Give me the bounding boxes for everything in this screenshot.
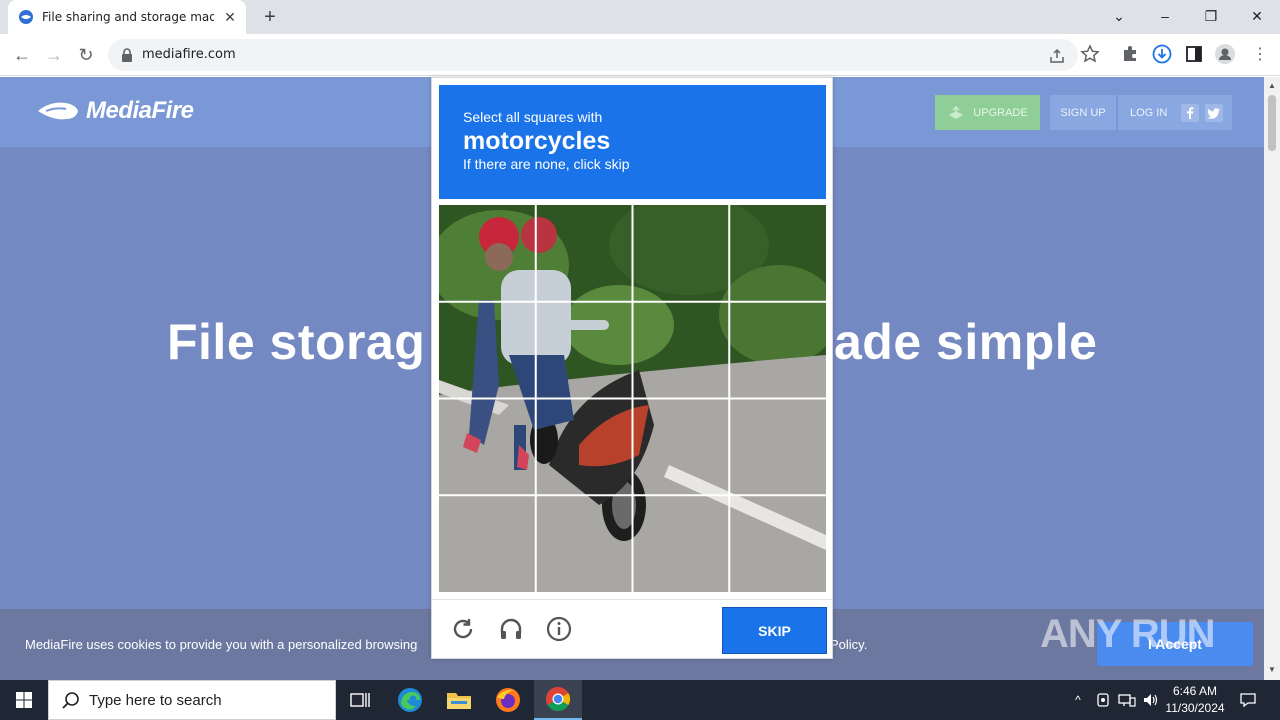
scroll-up-arrow-icon[interactable]: ▲ (1268, 81, 1276, 90)
clock-time: 6:46 AM (1172, 684, 1218, 698)
page-scrollbar[interactable]: ▲ ▼ (1264, 77, 1280, 680)
volume-icon[interactable] (1140, 680, 1162, 720)
kebab-menu-icon[interactable]: ⋮ (1248, 43, 1272, 67)
close-tab-icon[interactable]: ✕ (222, 9, 238, 25)
signup-label: SIGN UP (1060, 106, 1106, 119)
forward-arrow-icon[interactable]: → (42, 43, 66, 67)
captcha-tile[interactable] (439, 302, 536, 399)
scroll-thumb[interactable] (1268, 95, 1276, 151)
url-text: mediafire.com (142, 47, 236, 62)
captcha-tile[interactable] (729, 302, 826, 399)
tab-strip: File sharing and storage made si ✕ + ⌄ –… (0, 0, 1280, 34)
profile-avatar-icon[interactable] (1215, 44, 1235, 64)
twitter-icon[interactable] (1205, 103, 1224, 122)
captcha-tile[interactable] (536, 399, 633, 496)
captcha-image-grid (439, 205, 826, 592)
captcha-footer: SKIP (432, 599, 832, 659)
login-button[interactable]: LOG IN (1118, 95, 1232, 130)
file-explorer-icon[interactable] (435, 680, 483, 720)
side-panel-icon[interactable] (1184, 44, 1204, 64)
show-hidden-icons-chevron-up-icon[interactable]: ^ (1068, 680, 1088, 720)
captcha-tile[interactable] (439, 205, 536, 302)
skip-button[interactable]: SKIP (722, 607, 827, 654)
bookmark-star-icon[interactable] (1080, 44, 1100, 64)
captcha-tile[interactable] (633, 399, 730, 496)
extensions-puzzle-icon[interactable] (1120, 44, 1140, 64)
download-icon[interactable] (1152, 44, 1172, 64)
minimize-icon[interactable]: – (1151, 4, 1179, 28)
lock-icon (122, 48, 132, 62)
reload-challenge-icon[interactable] (450, 616, 476, 642)
facebook-icon[interactable] (1181, 103, 1200, 122)
tab-search-chevron-down-icon[interactable]: ⌄ (1105, 4, 1133, 28)
captcha-target: motorcycles (463, 127, 611, 155)
captcha-dialog: Select all squares with motorcycles If t… (431, 77, 833, 659)
captcha-header: Select all squares with motorcycles If t… (439, 85, 826, 199)
task-view-icon[interactable] (336, 680, 384, 720)
system-clock[interactable]: 6:46 AM 11/30/2024 (1160, 683, 1230, 717)
mediafire-flame-icon (38, 102, 78, 120)
captcha-tile[interactable] (729, 495, 826, 592)
captcha-tile[interactable] (536, 302, 633, 399)
upgrade-button[interactable]: UPGRADE (935, 95, 1040, 130)
mediafire-favicon-icon (19, 10, 33, 24)
login-label: LOG IN (1130, 106, 1168, 119)
captcha-tile[interactable] (729, 399, 826, 496)
search-icon (62, 692, 79, 709)
info-icon[interactable] (546, 616, 572, 642)
chrome-icon[interactable] (534, 680, 582, 720)
skip-label: SKIP (758, 622, 791, 639)
hero-text-left: File storag (167, 314, 426, 370)
new-tab-button[interactable]: + (258, 5, 282, 29)
upgrade-icon (949, 105, 964, 119)
signup-button[interactable]: SIGN UP (1050, 95, 1116, 130)
captcha-tile[interactable] (729, 205, 826, 302)
scroll-down-arrow-icon[interactable]: ▼ (1268, 665, 1276, 674)
restore-icon[interactable]: ❐ (1197, 4, 1225, 28)
address-bar[interactable]: mediafire.com (108, 39, 1078, 71)
network-icon[interactable] (1116, 680, 1138, 720)
reload-icon[interactable]: ↻ (74, 43, 98, 67)
edge-browser-icon[interactable] (386, 680, 434, 720)
windows-taskbar: Type here to search ^ 6:46 AM 11/30/2024 (0, 680, 1280, 720)
anyrun-watermark: ANY RUN (1040, 612, 1216, 656)
tab-title: File sharing and storage made si (42, 10, 214, 24)
browser-tab[interactable]: File sharing and storage made si ✕ (8, 0, 246, 34)
captcha-tile[interactable] (439, 495, 536, 592)
taskbar-search-box[interactable]: Type here to search (48, 680, 336, 720)
cookie-policy-link[interactable]: Policy. (830, 637, 867, 652)
search-placeholder: Type here to search (89, 692, 222, 709)
start-button[interactable] (0, 680, 48, 720)
windows-logo-icon (16, 692, 32, 708)
captcha-hint: If there are none, click skip (463, 156, 630, 172)
site-logo[interactable]: MediaFire (36, 97, 194, 125)
captcha-tile[interactable] (633, 302, 730, 399)
tray-security-icon[interactable] (1092, 680, 1114, 720)
captcha-tile[interactable] (536, 205, 633, 302)
captcha-tile[interactable] (536, 495, 633, 592)
upgrade-label: UPGRADE (973, 106, 1028, 119)
clock-date: 11/30/2024 (1165, 701, 1225, 715)
notifications-icon[interactable] (1234, 680, 1262, 720)
captcha-tile[interactable] (439, 399, 536, 496)
captcha-instruction: Select all squares with (463, 109, 603, 125)
logo-text: MediaFire (86, 97, 194, 124)
captcha-tile[interactable] (633, 205, 730, 302)
share-icon[interactable] (1048, 47, 1066, 65)
back-arrow-icon[interactable]: ← (10, 43, 34, 67)
hero-text-right: ade simple (834, 314, 1098, 370)
captcha-tile[interactable] (633, 495, 730, 592)
close-window-icon[interactable]: ✕ (1243, 4, 1271, 28)
browser-toolbar: ← → ↻ mediafire.com ⋮ (0, 34, 1280, 76)
audio-challenge-headphones-icon[interactable] (498, 616, 524, 642)
firefox-icon[interactable] (484, 680, 532, 720)
